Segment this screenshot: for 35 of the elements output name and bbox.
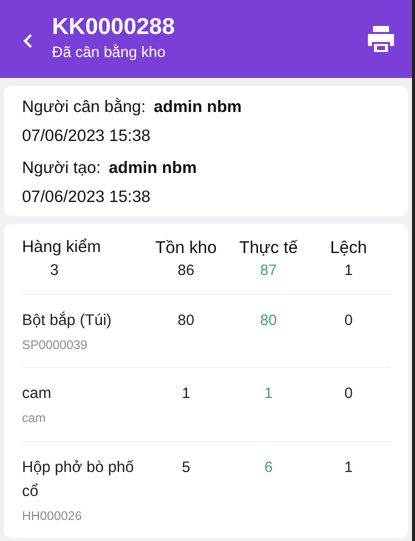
document-title: KK0000288: [52, 13, 176, 40]
status-text: Đã cân bằng kho: [52, 44, 166, 61]
info-value: admin nbm: [154, 98, 242, 116]
column-header: Hàng kiểm: [22, 238, 102, 257]
info-label: Người tạo:: [22, 159, 101, 177]
stock-cell-text: 80: [176, 311, 196, 331]
item-code: HH000026: [22, 508, 83, 525]
print-button[interactable]: [366, 26, 396, 52]
info-value: admin nbm: [108, 159, 197, 177]
printer-icon: [366, 26, 396, 52]
diff-cell-text: 1: [343, 458, 354, 478]
item-name: Hộp phở bò phố cổ: [22, 458, 135, 502]
item-code: SP0000039: [22, 337, 88, 354]
column-header: Tồn kho: [154, 238, 218, 258]
diff-cell-text: 0: [343, 311, 354, 331]
stock-cell-text: 5: [180, 458, 192, 478]
actual-cell-text: 80: [259, 311, 278, 331]
actual-cell-text: 1: [263, 384, 274, 404]
column-header: Thực tế: [238, 238, 299, 258]
info-label: Người cân bằng:: [22, 98, 146, 116]
stock-cell-text: 1: [180, 384, 192, 404]
info-date: 07/06/2023 15:38: [22, 188, 152, 207]
back-button[interactable]: [22, 32, 34, 50]
total-cell-text: 3: [49, 262, 60, 280]
item-code: cam: [22, 410, 47, 428]
column-header: Lệch: [329, 238, 368, 258]
total-cell-text: 87: [259, 262, 278, 279]
back-icon: [22, 32, 34, 50]
actual-cell-text: 6: [263, 458, 274, 478]
total-cell-text: 1: [343, 262, 354, 279]
total-cell-text: 86: [176, 262, 196, 279]
info-date: 07/06/2023 15:38: [22, 127, 152, 146]
diff-cell-text: 0: [343, 384, 354, 404]
item-name: cam: [22, 384, 52, 404]
item-name: Bột bắp (Túi): [22, 310, 113, 331]
